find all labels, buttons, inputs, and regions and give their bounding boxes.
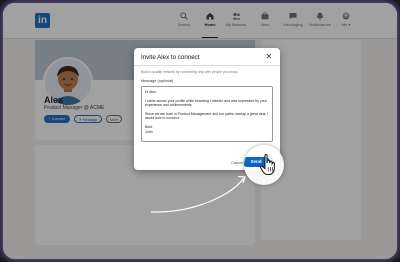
- curved-arrow-icon: [150, 175, 246, 213]
- screen-frame: in Search Home My Network Jobs Messaging…: [3, 3, 397, 259]
